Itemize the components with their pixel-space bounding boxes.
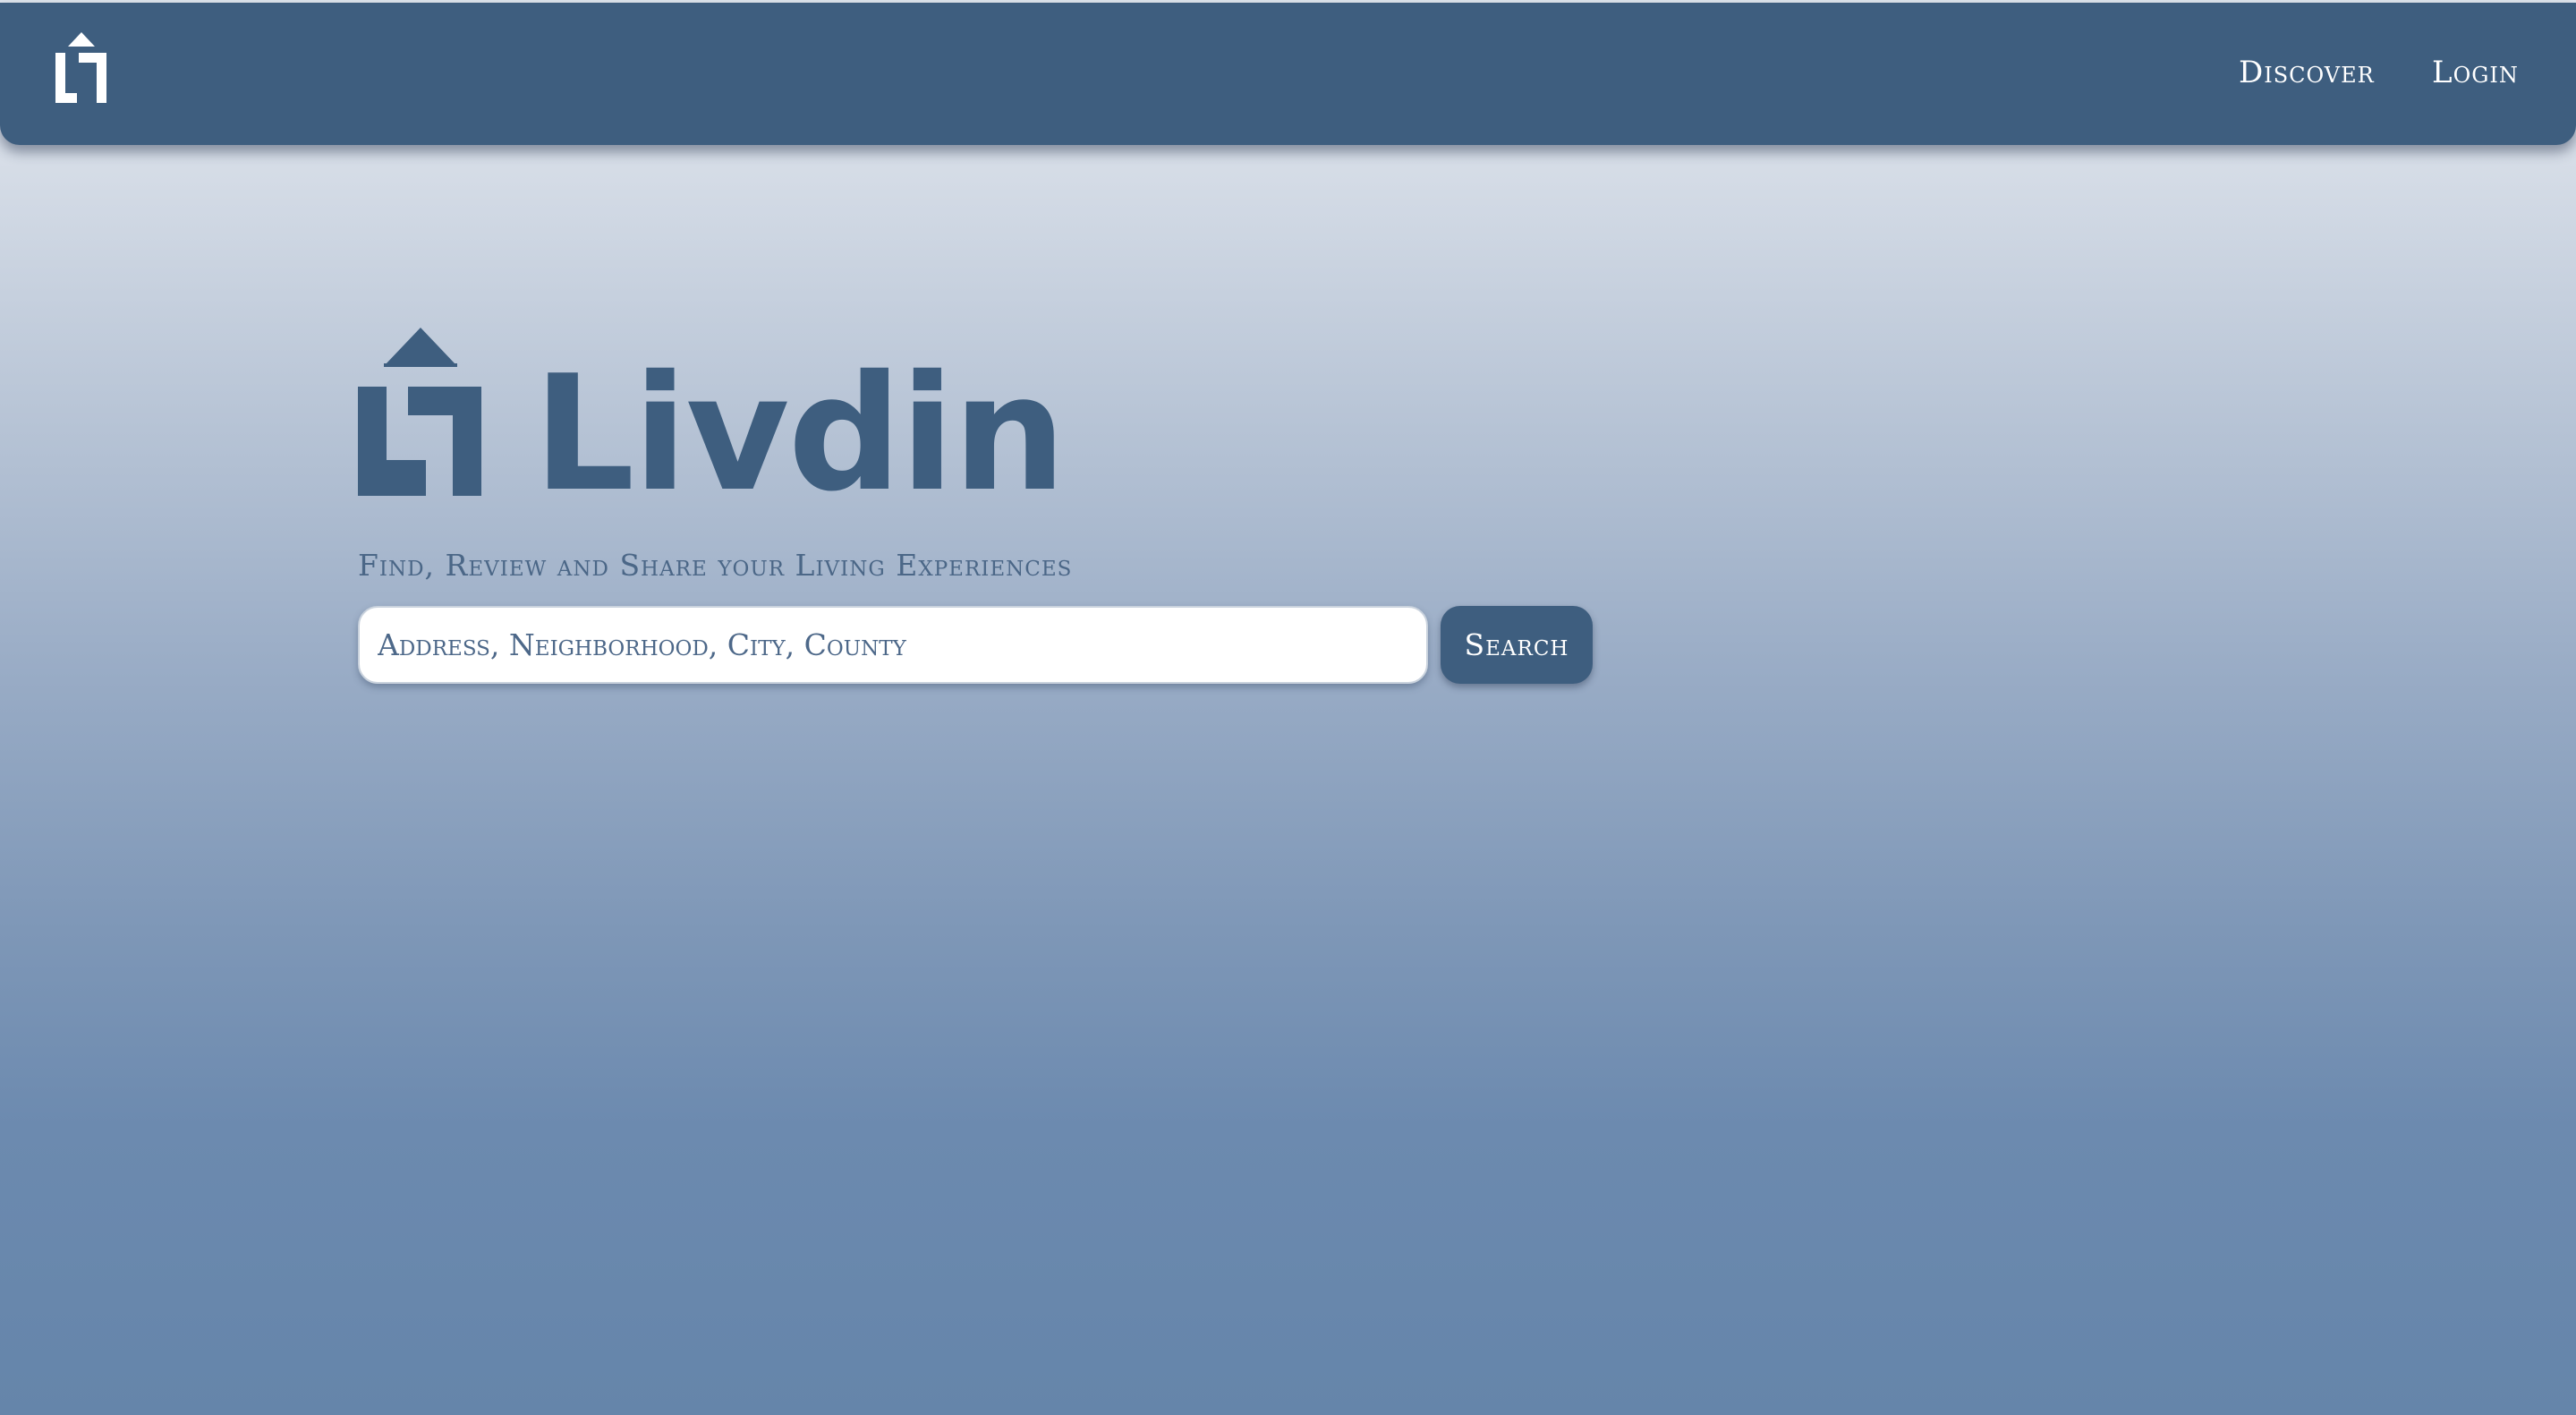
brand-title: Livdin (533, 341, 1067, 526)
livdin-logo-icon (358, 326, 481, 498)
tagline: Find, Review and Share your Living Exper… (358, 548, 1073, 583)
top-navbar: Discover Login (0, 3, 2576, 145)
nav-link-discover[interactable]: Discover (2239, 55, 2375, 90)
livdin-logo-icon[interactable] (54, 30, 109, 107)
search-input[interactable] (358, 606, 1428, 684)
nav-link-login[interactable]: Login (2432, 55, 2519, 90)
search-button[interactable]: Search (1441, 606, 1593, 684)
